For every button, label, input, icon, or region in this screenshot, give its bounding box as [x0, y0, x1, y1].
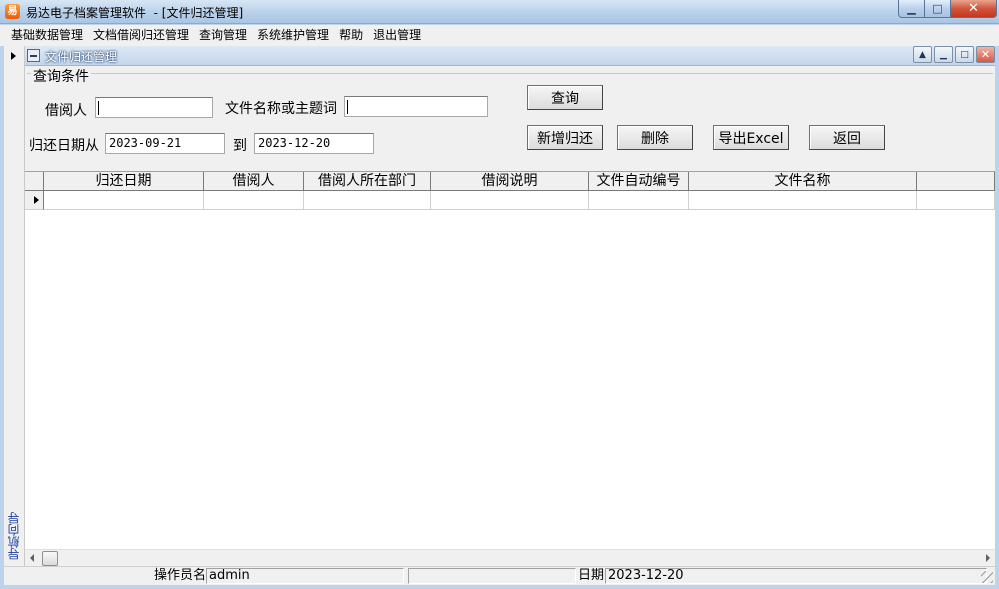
navigation-wizard-label[interactable]: 导航向导 [7, 512, 22, 560]
minimize-icon: ▁ [940, 49, 947, 60]
status-bar: 操作员名 admin 日期 2023-12-20 [4, 566, 995, 585]
delete-button[interactable]: 删除 [617, 125, 693, 150]
menu-system-maintenance[interactable]: 系统维护管理 [252, 25, 334, 46]
horizontal-scrollbar[interactable] [25, 549, 995, 566]
child-caption-buttons: ▲ ▁ □ ✕ [913, 46, 995, 63]
filename-label: 文件名称或主题词 [225, 101, 337, 117]
operator-value: admin [206, 568, 404, 584]
query-conditions-legend: 查询条件 [31, 66, 91, 86]
table-cell[interactable] [304, 191, 431, 210]
operator-label: 操作员名 [154, 568, 207, 583]
navigation-strip[interactable]: 导航向导 [4, 46, 25, 566]
window-minimize-button[interactable]: ▁ [898, 0, 925, 18]
date-to-label: 到 [233, 138, 247, 154]
date-value: 2023-12-20 [605, 568, 987, 584]
window-titlebar: 易 易达电子档案管理软件 - [文件归还管理] ▁ □ ✕ [0, 0, 999, 24]
date-from-input[interactable]: 2023-09-21 [105, 133, 225, 154]
window-maximize-button[interactable]: □ [925, 0, 951, 18]
export-excel-button[interactable]: 导出Excel [713, 125, 789, 150]
back-button[interactable]: 返回 [809, 125, 885, 150]
window-caption-buttons: ▁ □ ✕ [898, 0, 997, 18]
minimize-icon: ▁ [907, 2, 916, 15]
child-minimize-button[interactable]: ▁ [934, 46, 953, 63]
expand-arrow-icon[interactable] [11, 52, 16, 60]
close-icon: ✕ [980, 48, 991, 61]
column-header-return-date[interactable]: 归还日期 [44, 172, 204, 191]
window-title: 易达电子档案管理软件 - [文件归还管理] [26, 6, 244, 20]
client-area: 导航向导 文件归还管理 ▲ ▁ □ ✕ 查询条件 借阅人 文件名称或主题词 归还… [4, 46, 995, 585]
table-cell[interactable] [204, 191, 304, 210]
maximize-icon: □ [932, 2, 943, 15]
filename-input[interactable] [344, 96, 488, 117]
column-header-borrower[interactable]: 借阅人 [204, 172, 304, 191]
return-records-grid[interactable]: 归还日期 借阅人 借阅人所在部门 借阅说明 文件自动编号 文件名称 [25, 171, 995, 549]
menu-basic-data[interactable]: 基础数据管理 [6, 25, 88, 46]
text-caret [98, 101, 99, 115]
query-conditions-group: 查询条件 借阅人 文件名称或主题词 归还日期从 2023-09-21 到 202… [27, 66, 993, 169]
child-window-title: 文件归还管理 [45, 50, 118, 64]
app-logo-icon: 易 [5, 4, 20, 19]
column-header-borrow-note[interactable]: 借阅说明 [431, 172, 589, 191]
date-from-label: 归还日期从 [29, 138, 99, 154]
menu-bar: 基础数据管理 文档借阅归还管理 查询管理 系统维护管理 帮助 退出管理 [0, 25, 999, 46]
scroll-right-icon[interactable] [986, 554, 990, 562]
table-cell[interactable] [431, 191, 589, 210]
menu-document-borrow-return[interactable]: 文档借阅归还管理 [88, 25, 194, 46]
search-button[interactable]: 查询 [527, 85, 603, 110]
menu-help[interactable]: 帮助 [334, 25, 368, 46]
add-return-button[interactable]: 新增归还 [527, 125, 603, 150]
grid-header-row: 归还日期 借阅人 借阅人所在部门 借阅说明 文件自动编号 文件名称 [25, 172, 995, 191]
child-close-button[interactable]: ✕ [976, 46, 995, 63]
borrower-label: 借阅人 [45, 103, 87, 119]
date-to-input[interactable]: 2023-12-20 [254, 133, 374, 154]
scrollbar-thumb[interactable] [42, 551, 58, 566]
resize-grip-icon[interactable] [981, 571, 993, 583]
column-header-file-auto-number[interactable]: 文件自动编号 [589, 172, 689, 191]
child-window-titlebar: 文件归还管理 ▲ ▁ □ ✕ [25, 46, 995, 66]
scroll-left-icon[interactable] [30, 554, 34, 562]
status-panel-empty [408, 568, 576, 584]
child-restore-button[interactable]: ▲ [913, 46, 932, 63]
text-caret [347, 100, 348, 114]
date-label: 日期 [578, 568, 605, 583]
file-return-window: 文件归还管理 ▲ ▁ □ ✕ 查询条件 借阅人 文件名称或主题词 归还日期从 2… [25, 46, 995, 566]
child-maximize-button[interactable]: □ [955, 46, 974, 63]
column-header-file-name[interactable]: 文件名称 [689, 172, 917, 191]
menu-query[interactable]: 查询管理 [194, 25, 252, 46]
maximize-icon: □ [960, 49, 969, 60]
table-cell[interactable] [689, 191, 917, 210]
close-icon: ✕ [968, 1, 979, 16]
table-row[interactable] [25, 191, 995, 210]
table-cell[interactable] [589, 191, 689, 210]
window-close-button[interactable]: ✕ [951, 0, 997, 18]
grid-corner-cell [25, 172, 44, 191]
child-system-menu-icon[interactable] [27, 49, 40, 62]
borrower-input[interactable] [95, 97, 213, 118]
table-cell[interactable] [44, 191, 204, 210]
table-cell[interactable] [917, 191, 995, 210]
current-row-indicator-icon[interactable] [25, 191, 44, 210]
restore-up-icon: ▲ [919, 49, 926, 60]
column-header-department[interactable]: 借阅人所在部门 [304, 172, 431, 191]
menu-exit[interactable]: 退出管理 [368, 25, 426, 46]
column-header-filler [917, 172, 995, 191]
